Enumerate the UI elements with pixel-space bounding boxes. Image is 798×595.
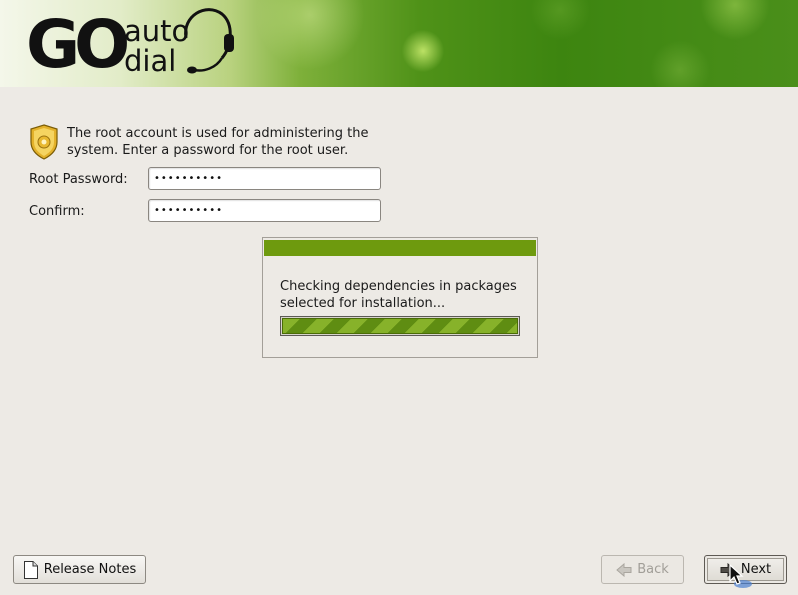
mouse-pointer-icon [729, 564, 752, 588]
dependency-progress-bar [280, 316, 520, 336]
release-notes-button[interactable]: Release Notes [13, 555, 146, 584]
root-account-description: The root account is used for administeri… [67, 126, 369, 158]
back-button[interactable]: Back [601, 555, 684, 584]
dependency-check-message: Checking dependencies in packages select… [280, 279, 517, 311]
back-label: Back [637, 562, 669, 577]
dependency-check-dialog: Checking dependencies in packages select… [262, 237, 538, 358]
dialog-titlebar [264, 240, 536, 256]
progress-bar-fill [282, 318, 518, 334]
root-password-input[interactable] [148, 167, 381, 190]
shield-badge-icon [30, 124, 58, 160]
headset-icon [184, 8, 234, 74]
header-banner: GO auto dial [0, 0, 798, 87]
release-notes-label: Release Notes [43, 562, 137, 577]
confirm-password-label: Confirm: [29, 204, 85, 219]
document-icon [23, 560, 39, 579]
logo-dial-text: dial [124, 44, 177, 78]
back-arrow-icon [616, 562, 632, 577]
logo-go-text: GO [26, 6, 130, 83]
goautodial-logo: GO auto dial [24, 4, 239, 82]
confirm-password-input[interactable] [148, 199, 381, 222]
root-password-label: Root Password: [29, 172, 128, 187]
